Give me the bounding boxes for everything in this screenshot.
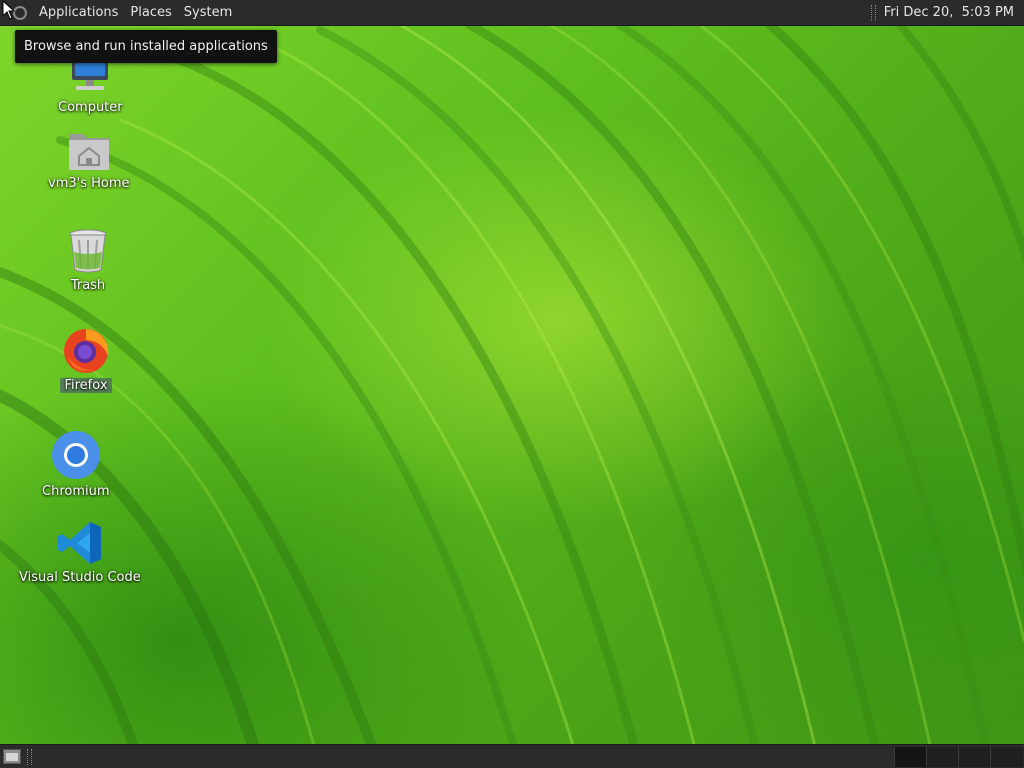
desktop-icon-computer[interactable]: Computer <box>54 54 127 115</box>
panel-separator-icon <box>27 749 32 765</box>
top-panel: Applications Places System Fri Dec 20, 5… <box>0 0 1024 26</box>
wallpaper <box>0 20 1024 768</box>
desktop-icon-firefox[interactable]: Firefox <box>60 326 112 393</box>
applications-menu[interactable]: Applications <box>33 0 124 25</box>
workspace-2[interactable] <box>926 747 959 767</box>
desktop-icon-home[interactable]: vm3's Home <box>44 128 134 191</box>
system-menu[interactable]: System <box>178 0 238 25</box>
show-desktop-icon[interactable] <box>3 749 21 764</box>
desktop-icon-label: Chromium <box>42 484 110 499</box>
workspace-4[interactable] <box>990 747 1023 767</box>
workspace-3[interactable] <box>958 747 991 767</box>
panel-separator-icon <box>870 4 876 21</box>
desktop-icon-vscode[interactable]: Visual Studio Code <box>15 520 145 585</box>
firefox-icon <box>64 329 109 373</box>
desktop-icon-label: vm3's Home <box>48 176 130 191</box>
desktop-icon-label: Trash <box>70 278 106 293</box>
vscode-icon <box>57 522 101 564</box>
clock[interactable]: Fri Dec 20, 5:03 PM <box>884 5 1014 20</box>
desktop-icon-label: Computer <box>58 100 123 115</box>
panel-right-area: Fri Dec 20, 5:03 PM <box>870 4 1024 21</box>
desktop-icon-label: Visual Studio Code <box>19 570 141 585</box>
chromium-icon <box>51 431 100 479</box>
workspace-1[interactable] <box>894 747 927 767</box>
trash-icon <box>69 229 107 273</box>
places-menu[interactable]: Places <box>124 0 177 25</box>
home-folder-icon <box>68 134 109 170</box>
desktop-icon-chromium[interactable]: Chromium <box>38 430 114 499</box>
mouse-cursor-icon <box>2 0 16 20</box>
desktop-icon-trash[interactable]: Trash <box>64 228 112 293</box>
tooltip: Browse and run installed applications <box>15 30 277 63</box>
desktop[interactable]: Applications Places System Fri Dec 20, 5… <box>0 0 1024 768</box>
desktop-icon-label: Firefox <box>60 378 112 393</box>
bottom-panel <box>0 744 1024 768</box>
